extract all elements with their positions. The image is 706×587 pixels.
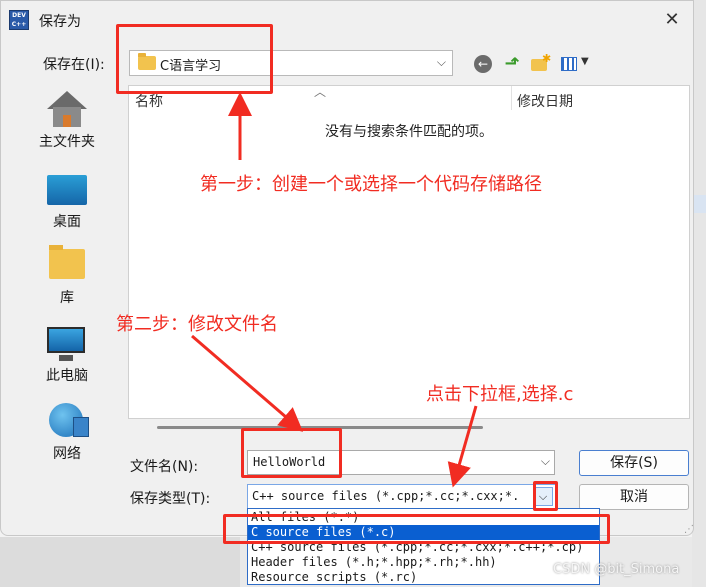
- annotation-box-filename: [241, 428, 342, 478]
- annotation-box-dropdown-arrow: [533, 481, 558, 511]
- watermark: CSDN @bit_Simona: [553, 562, 680, 577]
- annotation-box-c-option: [223, 514, 610, 544]
- annotation-step2: 第二步：修改文件名: [116, 314, 278, 335]
- arrow-step2: [191, 334, 304, 432]
- annotation-arrows: [191, 92, 478, 488]
- annotation-step1: 第一步：创建一个或选择一个代码存储路径: [200, 174, 542, 195]
- arrow-step3: [447, 405, 478, 488]
- annotation-box-location: [116, 24, 273, 94]
- annotation-step3: 点击下拉框,选择.c: [426, 384, 574, 405]
